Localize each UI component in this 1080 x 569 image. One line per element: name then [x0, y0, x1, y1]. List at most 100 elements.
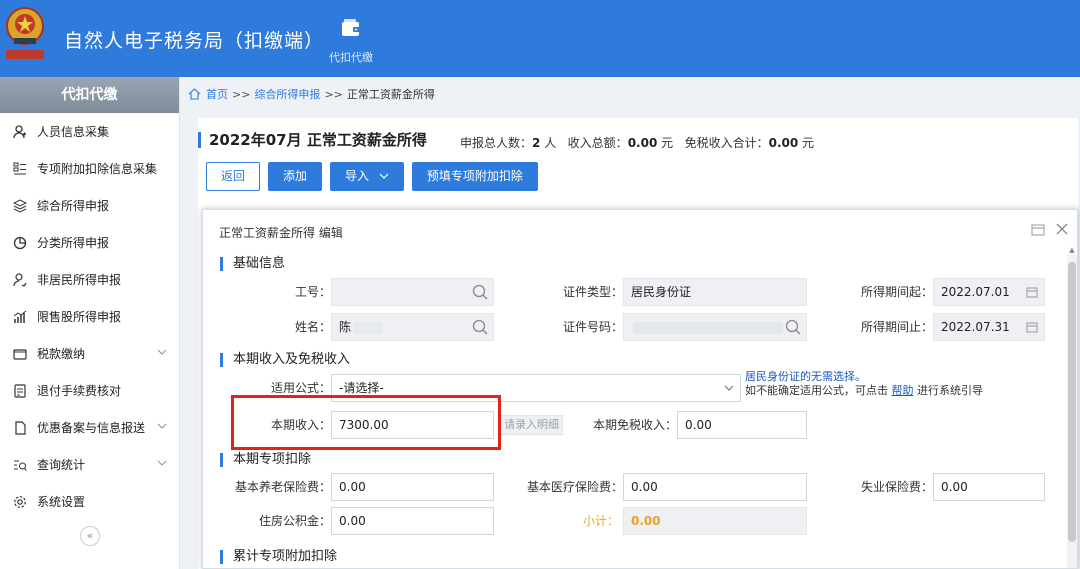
id-no-label: 证件号码：: [562, 320, 623, 334]
scrollbar[interactable]: [1067, 254, 1077, 568]
chevron-down-icon: [157, 423, 167, 429]
medical-input[interactable]: 0.00: [623, 473, 807, 501]
highlight-box: [231, 395, 501, 450]
income-unit: 元: [661, 136, 674, 150]
app-title: 自然人电子税务局（扣缴端）: [64, 30, 325, 52]
sidebar-item-preferential[interactable]: 优惠备案与信息报送: [0, 409, 179, 446]
sidebar-item-label: 专项附加扣除信息采集: [37, 162, 158, 176]
chevron-down-icon: [724, 385, 734, 391]
sidebar-item-classified[interactable]: 分类所得申报: [0, 224, 179, 261]
chevron-down-icon: [379, 173, 389, 179]
search-list-icon: [12, 457, 28, 473]
subtotal-value: 0.00: [631, 514, 661, 528]
file-icon: [12, 420, 28, 436]
calendar-icon[interactable]: [1026, 321, 1038, 333]
breadcrumb-current: 正常工资薪金所得: [346, 88, 435, 101]
id-no-field[interactable]: [623, 313, 807, 341]
exempt-unit: 元: [802, 136, 815, 150]
housing-fund-label: 住房公积金：: [258, 514, 331, 528]
count-unit: 人: [544, 136, 557, 150]
nav-withholding-label: 代扣代缴: [329, 51, 373, 64]
exempt-income-label: 本期免税收入：: [592, 418, 677, 432]
back-button[interactable]: 返回: [206, 162, 261, 191]
person-outline-icon: [12, 272, 28, 288]
help-link[interactable]: 帮助: [892, 384, 914, 397]
edit-dialog: 正常工资薪金所得 编辑 ▲ 基础信息 工号： 证件类型： 居民身份证 所得期间起…: [202, 209, 1078, 569]
nav-withholding[interactable]: 代扣代缴: [318, 18, 384, 65]
hint-line-2: 如不能确定适用公式，可点击 帮助 进行系统引导: [745, 384, 983, 397]
sidebar-item-label: 优惠备案与信息报送: [37, 421, 146, 435]
formula-hint: 居民身份证的无需选择。 如不能确定适用公式，可点击 帮助 进行系统引导: [745, 370, 983, 398]
hint-line-1: 居民身份证的无需选择。: [745, 370, 866, 383]
scrollbar-thumb[interactable]: [1068, 262, 1076, 542]
sidebar-item-label: 退付手续费核对: [37, 384, 122, 398]
search-icon[interactable]: [471, 318, 489, 336]
name-label: 姓名：: [294, 320, 331, 334]
sidebar-item-label: 限售股所得申报: [37, 310, 122, 324]
sidebar-title: 代扣代缴: [0, 77, 179, 113]
medical-label: 基本医疗保险费：: [526, 480, 623, 494]
tax-emblem-icon: [6, 7, 44, 59]
sidebar: 代扣代缴 人员信息采集 专项附加扣除信息采集 综合所得申报 分类所得申报 非居民…: [0, 77, 180, 569]
sidebar-item-label: 人员信息采集: [37, 125, 110, 139]
person-icon: [12, 124, 28, 140]
breadcrumb-separator: >>: [324, 87, 343, 101]
home-icon: [188, 88, 201, 100]
sidebar-item-settings[interactable]: 系统设置: [0, 483, 179, 520]
sidebar-item-personnel[interactable]: 人员信息采集: [0, 113, 179, 150]
breadcrumb-comprehensive[interactable]: 综合所得申报: [254, 86, 320, 102]
search-icon[interactable]: [471, 283, 489, 301]
income-label: 收入总额：: [567, 136, 628, 150]
exempt-label: 免税收入合计：: [684, 136, 769, 150]
section-income: 本期收入及免税收入: [220, 352, 350, 368]
sidebar-item-restricted-stock[interactable]: 限售股所得申报: [0, 298, 179, 335]
maximize-icon[interactable]: [1031, 224, 1045, 236]
redacted-text: [353, 321, 384, 334]
subtotal-label: 小计：: [583, 514, 620, 528]
prefill-deduction-button[interactable]: 预填专项附加扣除: [411, 162, 538, 191]
period-start-field[interactable]: 2022.07.01: [933, 278, 1045, 306]
gear-icon: [12, 494, 28, 510]
count-value: 2: [532, 136, 541, 150]
layers-icon: [12, 198, 28, 214]
calendar-icon[interactable]: [1026, 286, 1038, 298]
chevron-down-icon: [157, 460, 167, 466]
scroll-up-arrow[interactable]: ▲: [1067, 246, 1077, 254]
sidebar-item-tax-payment[interactable]: 税款缴纳: [0, 335, 179, 372]
wallet-icon: [342, 19, 360, 36]
list-icon: [12, 161, 28, 177]
sidebar-item-nonresident[interactable]: 非居民所得申报: [0, 261, 179, 298]
exempt-income-input[interactable]: 0.00: [677, 411, 807, 439]
close-icon[interactable]: [1055, 222, 1069, 236]
employee-no-field[interactable]: [331, 278, 494, 306]
add-button[interactable]: 添加: [268, 162, 323, 191]
summary-stats: 申报总人数：2 人 收入总额：0.00 元 免税收入合计：0.00 元: [460, 134, 814, 151]
count-label: 申报总人数：: [460, 136, 533, 150]
search-icon[interactable]: [784, 318, 802, 336]
import-button[interactable]: 导入: [330, 162, 404, 191]
sidebar-item-refund-check[interactable]: 退付手续费核对: [0, 372, 179, 409]
employee-no-label: 工号：: [294, 285, 331, 299]
unemployment-input[interactable]: 0.00: [933, 473, 1045, 501]
income-value: 0.00: [627, 136, 658, 150]
sidebar-item-special-deduction[interactable]: 专项附加扣除信息采集: [0, 150, 179, 187]
section-special-deduction: 本期专项扣除: [220, 452, 311, 468]
housing-fund-input[interactable]: 0.00: [331, 507, 494, 535]
sidebar-collapse-button[interactable]: «: [80, 526, 100, 546]
chevron-down-icon: [157, 349, 167, 355]
pie-icon: [12, 235, 28, 251]
sidebar-item-query[interactable]: 查询统计: [0, 446, 179, 483]
bar-chart-icon: [12, 309, 28, 325]
enter-detail-button[interactable]: 请录入明细: [500, 415, 563, 435]
period-end-field[interactable]: 2022.07.31: [933, 313, 1045, 341]
exempt-value: 0.00: [768, 136, 799, 150]
breadcrumb-separator: >>: [232, 87, 251, 101]
period-start-label: 所得期间起：: [860, 285, 933, 299]
period-end-label: 所得期间止：: [860, 320, 933, 334]
section-cumulative-deduction: 累计专项附加扣除: [220, 549, 337, 565]
sidebar-item-comprehensive[interactable]: 综合所得申报: [0, 187, 179, 224]
name-field[interactable]: 陈: [331, 313, 494, 341]
breadcrumb-home[interactable]: 首页: [206, 86, 228, 102]
pension-input[interactable]: 0.00: [331, 473, 494, 501]
folder-icon: [12, 346, 28, 362]
